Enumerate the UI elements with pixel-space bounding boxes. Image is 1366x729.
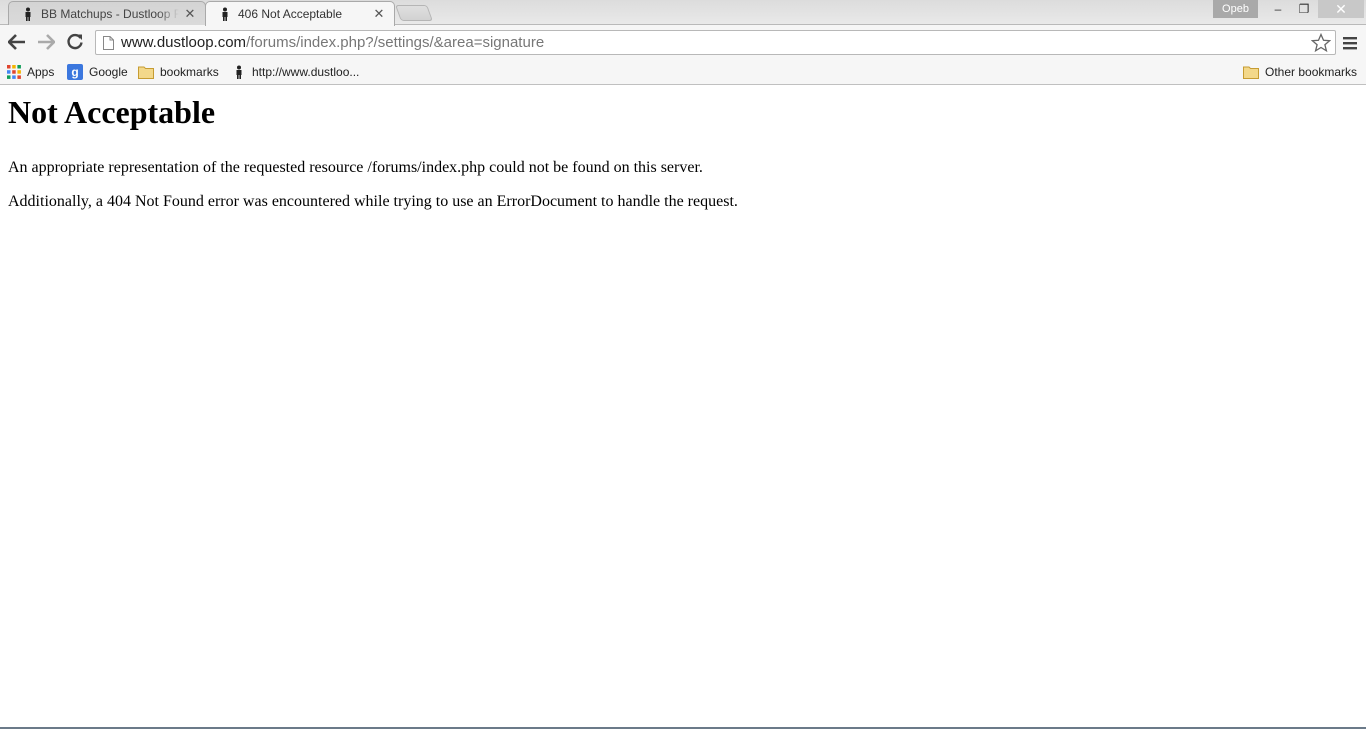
new-tab-button[interactable] xyxy=(395,5,433,21)
tab-title: 406 Not Acceptable xyxy=(238,7,343,21)
arrow-right-icon xyxy=(38,34,55,50)
tab-strip: BB Matchups - Dustloop F ✕ 406 Not Accep… xyxy=(0,0,1366,26)
bookmark-label: bookmarks xyxy=(160,65,219,79)
bookmark-star-icon[interactable] xyxy=(1311,33,1331,53)
reload-button[interactable] xyxy=(64,31,86,53)
page-content: Not Acceptable An appropriate representa… xyxy=(0,86,1366,728)
page-heading: Not Acceptable xyxy=(8,94,216,130)
google-icon: g xyxy=(67,64,83,80)
forward-button[interactable] xyxy=(35,31,57,53)
tab-close-icon[interactable]: ✕ xyxy=(183,6,197,21)
bookmarks-bar: Apps g Google bookmarks http://www.dustl… xyxy=(0,59,1366,85)
apps-grid-icon xyxy=(7,65,21,79)
error-detail: Additionally, a 404 Not Found error was … xyxy=(8,193,738,210)
address-bar[interactable]: www.dustloop.com/forums/index.php?/setti… xyxy=(95,30,1336,55)
bookmark-google[interactable]: g Google xyxy=(67,63,128,81)
restore-icon[interactable]: ❐ xyxy=(1291,0,1317,18)
bookmark-label: Apps xyxy=(27,65,55,79)
url-path: /forums/index.php?/settings/&area=signat… xyxy=(246,34,545,51)
folder-icon xyxy=(1243,66,1259,79)
profile-badge[interactable]: Opeb xyxy=(1213,0,1258,18)
tab-406-not-acceptable[interactable]: 406 Not Acceptable ✕ xyxy=(205,1,395,26)
tab-title: BB Matchups - Dustloop F xyxy=(41,6,179,21)
other-bookmarks[interactable]: Other bookmarks xyxy=(1243,63,1357,81)
chrome-menu-icon[interactable] xyxy=(1340,34,1360,52)
reload-icon xyxy=(67,33,83,50)
url-text[interactable]: www.dustloop.com/forums/index.php?/setti… xyxy=(121,34,544,51)
arrow-left-icon xyxy=(8,34,25,50)
page-icon xyxy=(103,36,114,50)
window-close-icon[interactable]: ✕ xyxy=(1318,0,1364,18)
browser-toolbar: www.dustloop.com/forums/index.php?/setti… xyxy=(0,25,1366,59)
back-button[interactable] xyxy=(6,31,28,53)
dustloop-favicon-icon xyxy=(236,65,242,79)
error-message: An appropriate representation of the req… xyxy=(8,159,703,176)
dustloop-favicon-icon xyxy=(222,7,228,21)
bookmark-label: http://www.dustloo... xyxy=(252,65,360,79)
folder-icon xyxy=(138,66,154,79)
dustloop-favicon-icon xyxy=(25,7,31,21)
tab-close-icon[interactable]: ✕ xyxy=(372,7,386,21)
bookmark-label: Google xyxy=(89,65,128,79)
bookmark-apps[interactable]: Apps xyxy=(7,63,54,81)
bookmark-dustloop[interactable]: http://www.dustloo... xyxy=(232,63,359,81)
other-bookmarks-label: Other bookmarks xyxy=(1265,65,1358,79)
url-host: www.dustloop.com xyxy=(121,34,247,51)
tab-bb-matchups[interactable]: BB Matchups - Dustloop F ✕ xyxy=(8,1,206,25)
bookmark-folder-bookmarks[interactable]: bookmarks xyxy=(138,63,219,81)
minimize-icon[interactable]: – xyxy=(1265,0,1291,18)
